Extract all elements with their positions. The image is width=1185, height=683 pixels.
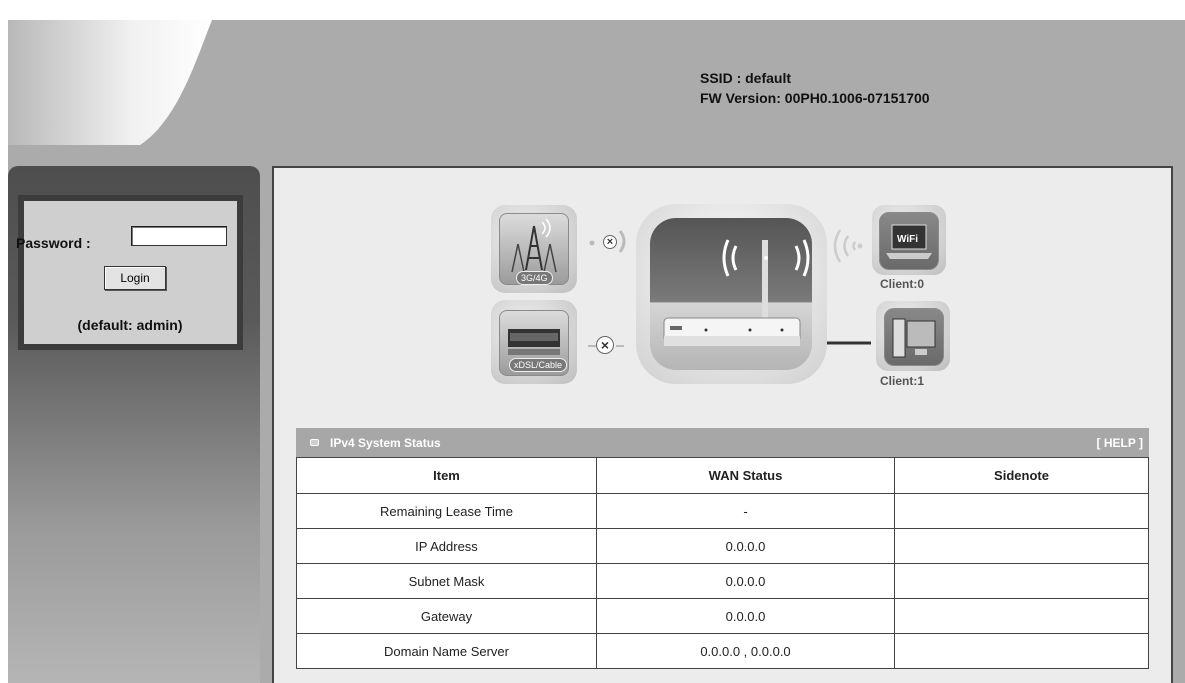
row-wan-value: 0.0.0.0 xyxy=(596,598,895,634)
dsl-label: xDSL/Cable xyxy=(509,358,568,372)
table-row: Domain Name Server 0.0.0.0 , 0.0.0.0 xyxy=(296,633,1149,669)
router-tile[interactable] xyxy=(636,204,827,384)
router-icon-bg xyxy=(650,218,812,370)
signal-arc-icon xyxy=(589,230,626,253)
lan-client-tile[interactable] xyxy=(876,301,950,371)
table-row: IP Address 0.0.0.0 xyxy=(296,528,1149,564)
row-wan-value: - xyxy=(596,493,895,529)
row-wan-value: 0.0.0.0 xyxy=(596,563,895,599)
row-item: Gateway xyxy=(296,598,597,634)
row-sidenote xyxy=(894,598,1149,634)
default-password-hint: (default: admin) xyxy=(77,317,183,333)
wifi-client-count: Client:0 xyxy=(880,277,925,291)
mobile-3g4g-tile[interactable]: 3G/4G xyxy=(491,205,577,293)
panel-toggle-icon xyxy=(310,439,319,446)
logo-swoosh xyxy=(8,20,212,145)
dsl-dash-icon xyxy=(588,345,624,347)
ipv4-status-panel: IPv4 System Status [ HELP ] Item WAN Sta… xyxy=(296,428,1149,683)
fw-version-text: FW Version: 00PH0.1006-07151700 xyxy=(700,90,930,106)
status-panel-title: IPv4 System Status xyxy=(330,436,441,450)
row-sidenote xyxy=(894,528,1149,564)
row-sidenote xyxy=(894,633,1149,669)
lan-cable-line xyxy=(827,341,871,345)
lan-client-count: Client:1 xyxy=(880,374,925,388)
table-header-row: Item WAN Status Sidenote xyxy=(296,457,1149,494)
xdsl-cable-tile[interactable]: xDSL/Cable xyxy=(491,300,577,384)
table-row: Gateway 0.0.0.0 xyxy=(296,598,1149,634)
row-wan-value: 0.0.0.0 , 0.0.0.0 xyxy=(596,633,895,669)
wifi-client-tile[interactable]: WiFi xyxy=(872,205,946,275)
wifi-signal-arc-icon xyxy=(833,229,863,263)
password-label: Password : xyxy=(16,235,91,251)
wifi-icon-text: WiFi xyxy=(897,234,918,245)
row-sidenote xyxy=(894,493,1149,529)
router-icon xyxy=(663,239,810,346)
table-row: Remaining Lease Time - xyxy=(296,493,1149,529)
column-header-sidenote: Sidenote xyxy=(894,457,1149,494)
wifi-laptop-icon: WiFi xyxy=(879,212,939,270)
row-item: Subnet Mask xyxy=(296,563,597,599)
row-sidenote xyxy=(894,563,1149,599)
column-header-wan-status: WAN Status xyxy=(596,457,895,494)
laptop-icon: WiFi xyxy=(886,224,932,259)
help-link[interactable]: [ HELP ] xyxy=(1097,436,1143,450)
mobile-label: 3G/4G xyxy=(516,271,553,285)
row-item: Remaining Lease Time xyxy=(296,493,597,529)
pc-icon xyxy=(892,318,936,358)
row-wan-value: 0.0.0.0 xyxy=(596,528,895,564)
login-button[interactable]: Login xyxy=(104,266,166,290)
ssid-text: SSID : default xyxy=(700,70,792,86)
header-info: SSID : default FW Version: 00PH0.1006-07… xyxy=(700,68,930,108)
desktop-pc-icon xyxy=(884,308,944,366)
status-panel-header: IPv4 System Status [ HELP ] xyxy=(296,428,1149,457)
column-header-item: Item xyxy=(296,457,597,494)
table-row: Subnet Mask 0.0.0.0 xyxy=(296,563,1149,599)
row-item: Domain Name Server xyxy=(296,633,597,669)
status-table: Item WAN Status Sidenote Remaining Lease… xyxy=(296,457,1149,669)
password-input[interactable] xyxy=(131,226,227,246)
row-item: IP Address xyxy=(296,528,597,564)
